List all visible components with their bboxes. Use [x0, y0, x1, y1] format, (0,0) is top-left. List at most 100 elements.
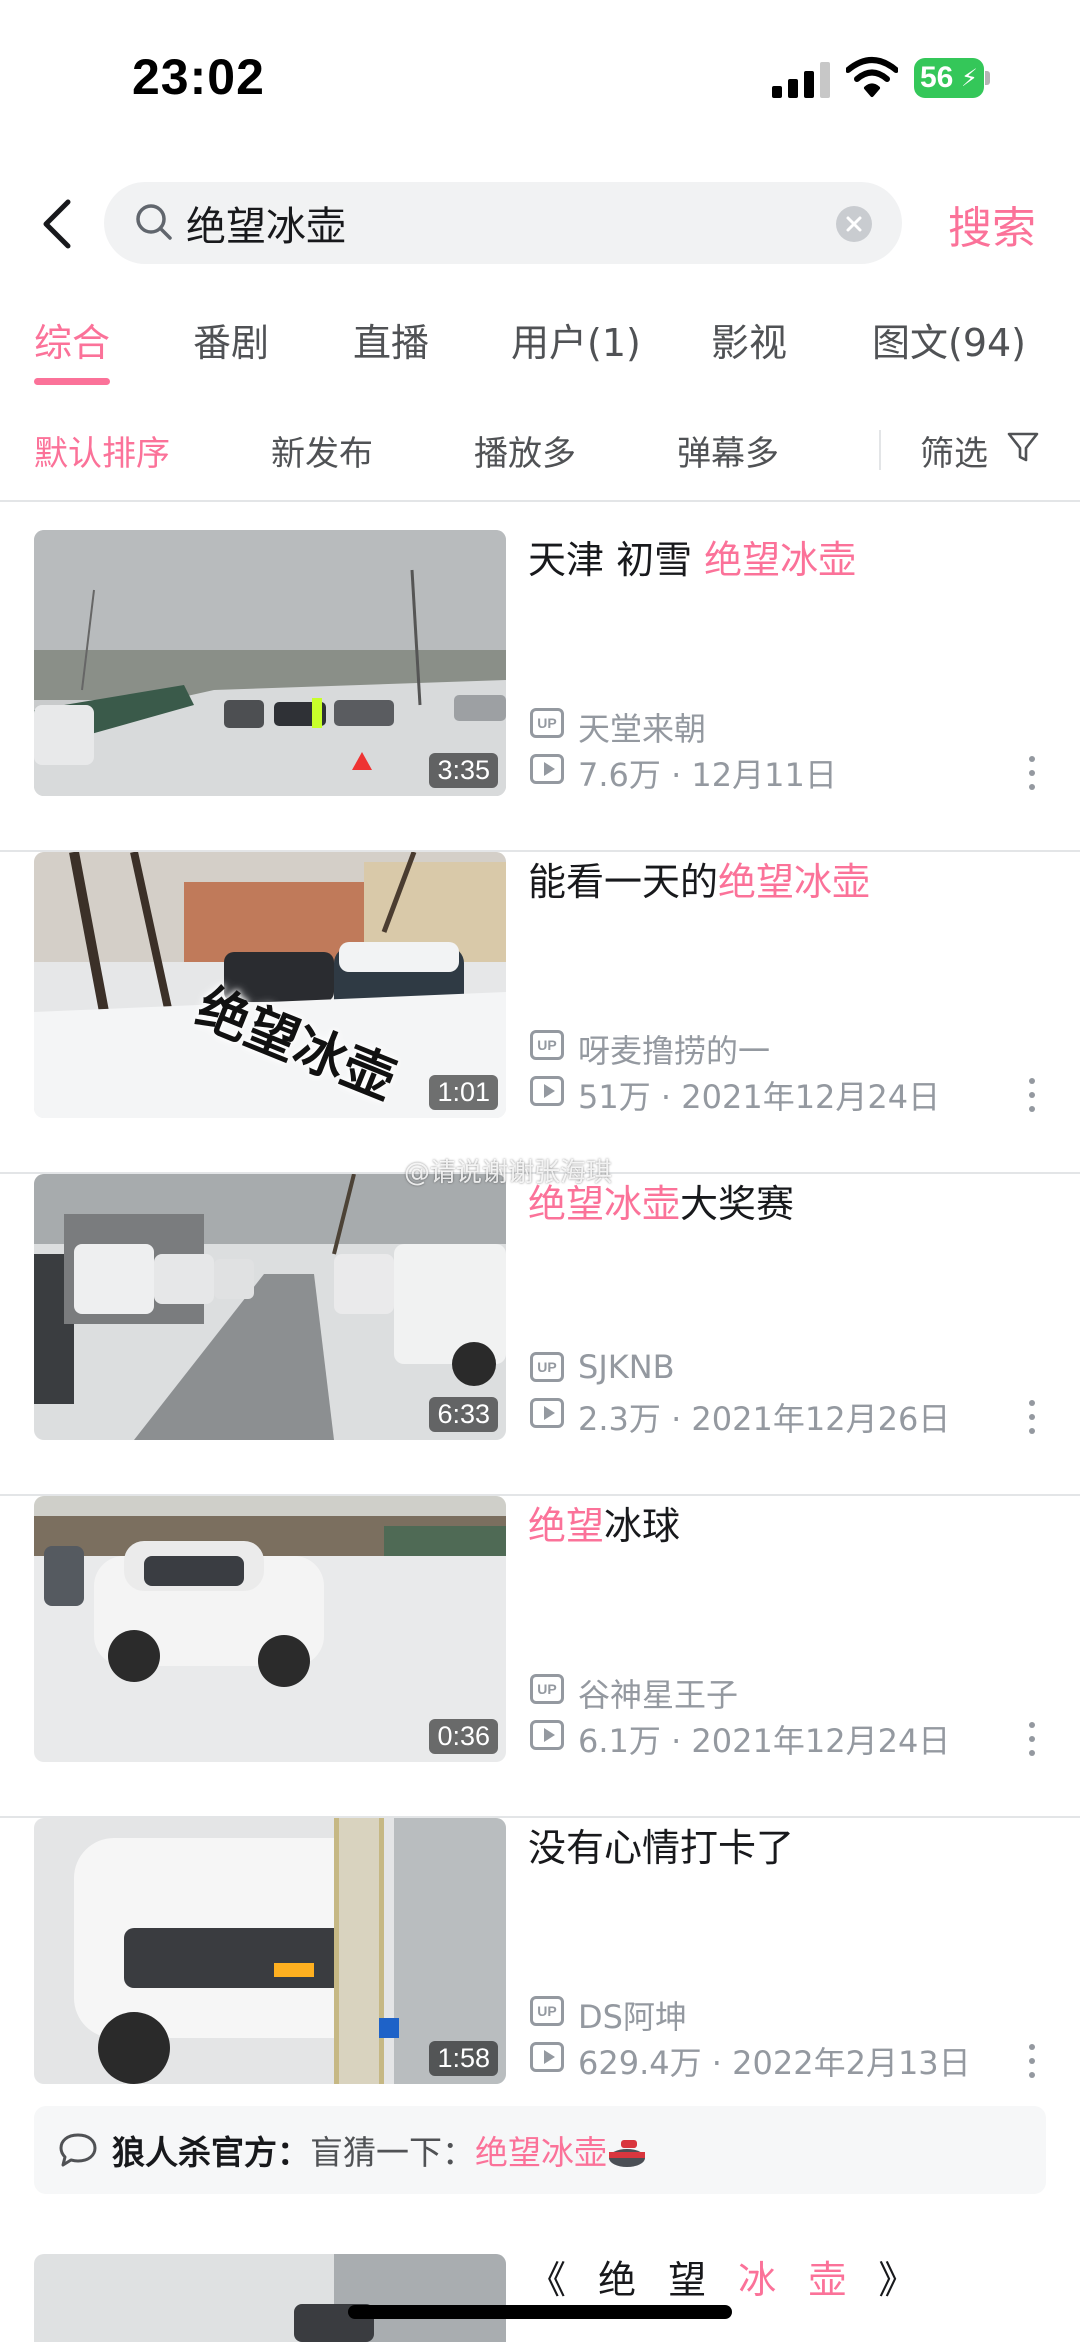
view-count: 629.4万 [578, 2044, 702, 2082]
search-header: 搜索 [0, 180, 1080, 266]
video-stats: 6.1万 · 2021年12月24日 [578, 1716, 950, 1762]
title-keyword-highlight: 冰 壶 [738, 2258, 857, 2302]
video-thumbnail[interactable]: 1:58 [34, 1818, 506, 2084]
more-vertical-icon[interactable] [1022, 1720, 1042, 1758]
sort-default[interactable]: 默认排序 [34, 426, 170, 475]
sort-most-danmaku[interactable]: 弹幕多 [677, 426, 779, 475]
more-vertical-icon[interactable] [1022, 1398, 1042, 1436]
video-card[interactable]: 绝望冰壶 1:01 能看一天的绝望冰壶 UP 呀麦撸捞的一 51万 · 2021… [0, 852, 1080, 1174]
comment-keyword-highlight: 绝望冰壶 [475, 2133, 607, 2172]
view-count: 2.3万 [578, 1400, 661, 1438]
title-text: 》 [856, 2258, 927, 2302]
video-thumbnail[interactable] [34, 2254, 506, 2342]
tab-live[interactable]: 直播 [353, 312, 429, 367]
stats-separator: · [701, 2044, 733, 2082]
charging-bolt-icon: ⚡ [961, 64, 978, 92]
play-count-icon [530, 1720, 564, 1750]
tab-film-tv[interactable]: 影视 [711, 312, 787, 367]
search-box[interactable] [104, 182, 902, 264]
video-thumbnail[interactable]: 3:35 [34, 530, 506, 796]
view-count: 6.1万 [578, 1722, 661, 1760]
stats-separator: · [660, 1722, 692, 1760]
video-title[interactable]: 《 绝 望 冰 壶 》 [528, 2254, 1048, 2306]
tab-articles[interactable]: 图文(94) [872, 312, 1026, 367]
funnel-icon[interactable] [1006, 430, 1040, 464]
play-count-icon [530, 1076, 564, 1106]
stats-separator: · [660, 756, 692, 794]
publish-date: 2021年12月26日 [691, 1400, 951, 1438]
publish-date: 12月11日 [691, 756, 837, 794]
up-badge-icon: UP [530, 1674, 564, 1704]
publish-date: 2021年12月24日 [681, 1078, 941, 1116]
search-icon [136, 204, 172, 240]
publish-date: 2021年12月24日 [691, 1722, 951, 1760]
battery-level: 56 [920, 61, 954, 94]
filter-button[interactable]: 筛选 [920, 426, 988, 475]
video-stats: 7.6万 · 12月11日 [578, 750, 837, 796]
wifi-icon [846, 57, 898, 97]
publish-date: 2022年2月13日 [732, 2044, 971, 2082]
search-button[interactable]: 搜索 [948, 192, 1036, 256]
video-stats: 2.3万 · 2021年12月26日 [578, 1394, 950, 1440]
title-keyword-highlight: 绝望冰壶 [718, 860, 871, 904]
view-count: 7.6万 [578, 756, 661, 794]
result-tabs: 综合 番剧 直播 用户(1) 影视 图文(94) [0, 306, 1080, 386]
uploader-name[interactable]: 谷神星王子 [578, 1670, 738, 1716]
play-count-icon [530, 1398, 564, 1428]
video-duration: 1:58 [429, 2041, 498, 2076]
video-duration: 0:36 [429, 1719, 498, 1754]
video-thumbnail[interactable]: 0:36 [34, 1496, 506, 1762]
comment-body: 盲猜一下： [310, 2133, 475, 2172]
video-card[interactable]: 《 绝 望 冰 壶 》 [0, 2254, 1080, 2342]
video-title[interactable]: 天津 初雪 绝望冰壶 [528, 534, 1048, 586]
more-vertical-icon[interactable] [1022, 1076, 1042, 1114]
uploader-name[interactable]: 天堂来朝 [578, 704, 706, 750]
uploader-name[interactable]: DS阿坤 [578, 1992, 687, 2038]
sort-newest[interactable]: 新发布 [271, 426, 373, 475]
tab-all[interactable]: 综合 [34, 312, 110, 367]
video-thumbnail[interactable]: 绝望冰壶 1:01 [34, 852, 506, 1118]
video-title[interactable]: 没有心情打卡了 [528, 1822, 1048, 1874]
comment-bubble-icon [59, 2133, 97, 2167]
search-input[interactable] [186, 194, 786, 252]
video-card[interactable]: 6:33 绝望冰壶大奖赛 UP SJKNB 2.3万 · 2021年12月26日 [0, 1174, 1080, 1496]
watermark: @请说谢谢张海琪 [404, 1158, 613, 1188]
sort-bar: 默认排序 新发布 播放多 弹幕多 筛选 [0, 410, 1080, 502]
status-time: 23:02 [132, 49, 265, 105]
home-indicator[interactable] [348, 2305, 732, 2319]
title-text: 《 绝 望 [528, 2258, 739, 2302]
video-stats: 629.4万 · 2022年2月13日 [578, 2038, 971, 2084]
more-vertical-icon[interactable] [1022, 754, 1042, 792]
clear-icon[interactable] [836, 206, 872, 242]
video-card[interactable]: 0:36 绝望冰球 UP 谷神星王子 6.1万 · 2021年12月24日 [0, 1496, 1080, 1818]
tab-users[interactable]: 用户(1) [511, 312, 641, 367]
title-keyword-highlight: 绝望 [528, 1504, 605, 1548]
more-vertical-icon[interactable] [1022, 2042, 1042, 2080]
title-text: 能看一天的 [528, 860, 719, 904]
tab-bangumi[interactable]: 番剧 [193, 312, 269, 367]
uploader-name[interactable]: SJKNB [578, 1348, 675, 1386]
video-thumbnail[interactable]: 6:33 [34, 1174, 506, 1440]
up-badge-icon: UP [530, 708, 564, 738]
title-keyword-highlight: 绝望冰壶 [704, 538, 857, 582]
video-title[interactable]: 能看一天的绝望冰壶 [528, 856, 1048, 908]
sort-divider [879, 430, 881, 470]
uploader-name[interactable]: 呀麦撸捞的一 [578, 1026, 770, 1072]
video-card[interactable]: 3:35 天津 初雪 绝望冰壶 UP 天堂来朝 7.6万 · 12月11日 [0, 530, 1080, 852]
comment-text: 狼人杀官方：盲猜一下：绝望冰壶 [112, 2126, 647, 2174]
play-count-icon [530, 2042, 564, 2072]
video-duration: 1:01 [429, 1075, 498, 1110]
featured-comment[interactable]: 狼人杀官方：盲猜一下：绝望冰壶 [34, 2106, 1046, 2194]
back-button[interactable] [36, 198, 80, 250]
stats-separator: · [660, 1400, 692, 1438]
up-badge-icon: UP [530, 1030, 564, 1060]
video-stats: 51万 · 2021年12月24日 [578, 1072, 940, 1118]
active-tab-indicator [34, 378, 110, 385]
curling-stone-icon [609, 2140, 645, 2167]
title-text: 大奖赛 [680, 1182, 795, 1226]
video-card[interactable]: 1:58 没有心情打卡了 UP DS阿坤 629.4万 · 2022年2月13日 [0, 1818, 1080, 2140]
status-bar: 23:02 56 ⚡ [0, 0, 1080, 150]
video-title[interactable]: 绝望冰球 [528, 1500, 1048, 1552]
cellular-signal-icon [772, 62, 832, 98]
sort-most-played[interactable]: 播放多 [474, 426, 576, 475]
